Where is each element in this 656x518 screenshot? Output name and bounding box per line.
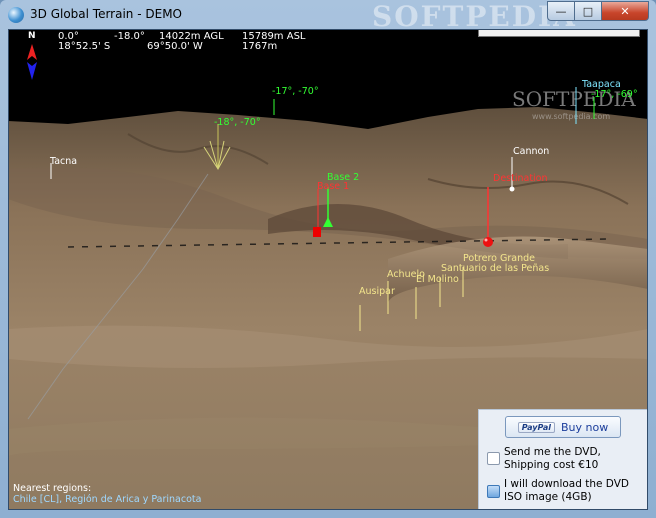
marker-santuario[interactable]: Santuario de las Peñas bbox=[441, 263, 549, 274]
marker-el-molino[interactable]: El Molino bbox=[416, 274, 459, 285]
maximize-icon: □ bbox=[582, 4, 594, 18]
app-window: 3D Global Terrain - DEMO SOFTPEDIA — □ ✕ bbox=[0, 0, 656, 518]
marker-tacna[interactable]: Tacna bbox=[50, 156, 77, 167]
minimize-icon: — bbox=[555, 4, 567, 18]
purchase-panel: PayPal Buy now Send me the DVD, Shipping… bbox=[478, 409, 648, 510]
window-title: 3D Global Terrain - DEMO bbox=[30, 7, 182, 21]
paypal-logo: PayPal bbox=[517, 421, 555, 433]
buy-now-label: Buy now bbox=[560, 420, 609, 434]
dvd-checkbox[interactable] bbox=[487, 452, 500, 465]
title-bar[interactable]: 3D Global Terrain - DEMO SOFTPEDIA — □ ✕ bbox=[0, 0, 656, 33]
marker-grid-17-69[interactable]: -17°, -69° bbox=[591, 89, 638, 100]
terrain-viewport[interactable]: N 0.0° -18.0° 14022m AGL 15789m ASL 18°5… bbox=[8, 29, 648, 510]
close-button[interactable]: ✕ bbox=[601, 1, 649, 21]
toolbar-sliver bbox=[478, 29, 640, 37]
buy-now-button[interactable]: PayPal Buy now bbox=[505, 416, 621, 438]
marker-grid-17-70[interactable]: -17°, -70° bbox=[272, 86, 319, 97]
marker-grid-18-70[interactable]: -18°, -70° bbox=[214, 117, 261, 128]
iso-checkbox[interactable] bbox=[487, 485, 500, 498]
marker-destination[interactable]: Destination bbox=[493, 173, 548, 184]
dvd-option-label[interactable]: Send me the DVD, Shipping cost €10 bbox=[504, 446, 644, 472]
nearest-regions-heading: Nearest regions: bbox=[13, 483, 92, 494]
nearest-regions-value: Chile [CL], Región de Arica y Parinacota bbox=[13, 494, 202, 505]
marker-base-1[interactable]: Base 1 bbox=[317, 181, 349, 192]
globe-icon bbox=[8, 7, 24, 23]
close-icon: ✕ bbox=[620, 4, 630, 18]
minimize-button[interactable]: — bbox=[547, 1, 575, 21]
marker-cannon[interactable]: Cannon bbox=[513, 146, 549, 157]
maximize-button[interactable]: □ bbox=[574, 1, 602, 21]
marker-ausipar[interactable]: Ausipar bbox=[359, 286, 395, 297]
iso-option-label[interactable]: I will download the DVD ISO image (4GB) bbox=[504, 478, 644, 504]
